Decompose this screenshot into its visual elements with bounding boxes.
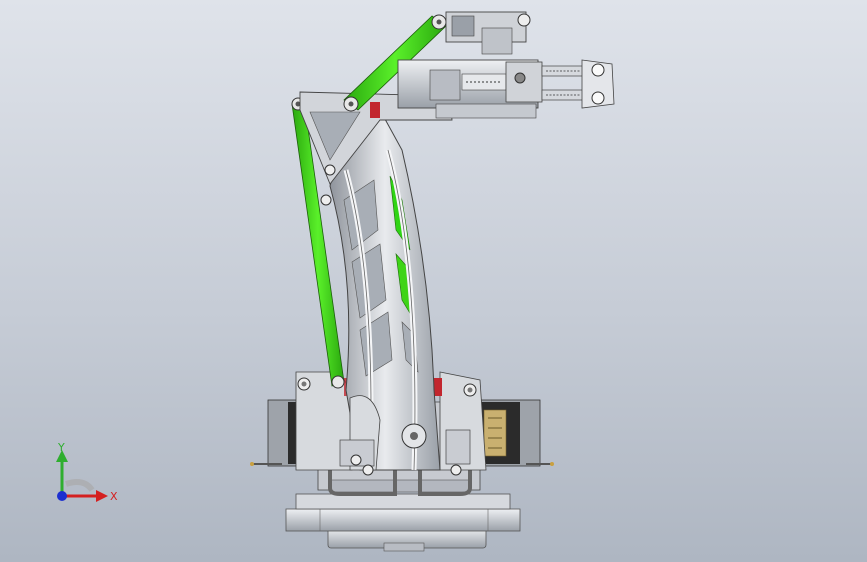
base-plate	[295, 493, 511, 510]
y-axis-arrow	[56, 450, 68, 496]
model-viewport[interactable]	[0, 0, 867, 562]
rotation-arc	[65, 479, 95, 492]
coordinate-triad: Y X	[56, 441, 118, 503]
gripper[interactable]	[541, 59, 615, 109]
z-axis-origin	[57, 491, 67, 501]
robot-base[interactable]	[285, 493, 521, 552]
x-axis-arrow	[62, 490, 108, 502]
right-motor-label	[483, 409, 507, 457]
base-flange	[285, 508, 521, 532]
right-servo-motor[interactable]	[473, 399, 554, 467]
x-axis-label: X	[110, 490, 118, 503]
y-axis-label: Y	[57, 441, 65, 454]
